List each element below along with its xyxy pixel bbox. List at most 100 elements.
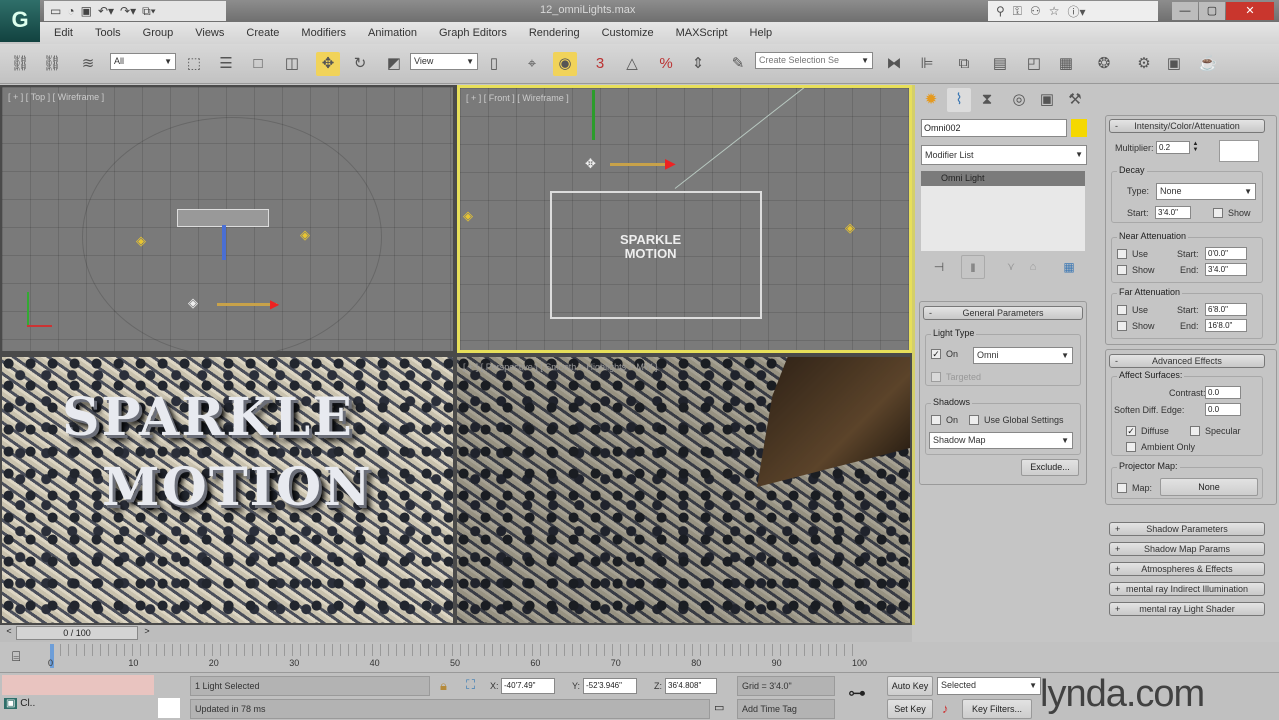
shadows-on-checkbox[interactable] <box>931 415 941 425</box>
angle-snap-icon[interactable]: △ <box>620 52 644 76</box>
snaps-toggle-icon[interactable]: 3 <box>588 52 612 76</box>
binoculars-icon[interactable]: ⚲ <box>996 4 1005 18</box>
rendered-frame-window-icon[interactable]: ▣ <box>1162 52 1186 76</box>
maxscript-input[interactable] <box>158 698 180 718</box>
diffuse-checkbox[interactable]: ✓ <box>1126 426 1136 436</box>
far-show-checkbox[interactable] <box>1117 321 1127 331</box>
time-next-button[interactable]: > <box>140 626 154 640</box>
minimize-button[interactable]: — <box>1172 2 1198 20</box>
maxscript-listener[interactable] <box>2 675 154 695</box>
menu-maxscript[interactable]: MAXScript <box>676 27 728 39</box>
link-icon[interactable]: ⛓ <box>8 52 32 76</box>
spinner-arrows-icon[interactable]: ▲ ▼ <box>1192 141 1199 154</box>
mirror-icon[interactable]: ⧓ <box>882 52 906 76</box>
omni-light-icon[interactable]: ◈ <box>463 208 473 224</box>
menu-create[interactable]: Create <box>246 27 279 39</box>
far-end-spinner[interactable]: 16'8.0" <box>1205 319 1247 332</box>
motion-text-object[interactable]: MOTION <box>102 457 373 518</box>
stack-item-omni-light[interactable]: Omni Light <box>921 171 1085 186</box>
pin-stack-icon[interactable]: ⊣ <box>927 255 951 279</box>
lock-selection-icon[interactable]: 🔒︎ <box>440 678 447 694</box>
set-key-mode-icon[interactable]: ⊶ <box>848 683 866 704</box>
menu-group[interactable]: Group <box>143 27 174 39</box>
viewport-label[interactable]: [ + ] [ Top ] [ Wireframe ] <box>8 92 104 102</box>
intensity-header[interactable]: - Intensity/Color/Attenuation <box>1109 119 1265 133</box>
select-object-icon[interactable]: ⬚ <box>182 52 206 76</box>
curve-editor-icon[interactable]: ◰ <box>1022 52 1046 76</box>
decay-type-dropdown[interactable]: None ▼ <box>1156 183 1256 200</box>
spinner-snap-icon[interactable]: ⇕ <box>686 52 710 76</box>
omni-light-icon[interactable]: ◈ <box>845 220 855 236</box>
undo-icon[interactable]: ↶▾ <box>98 4 114 18</box>
edit-named-selection-icon[interactable]: ✎ <box>726 52 750 76</box>
material-editor-icon[interactable]: ❂ <box>1092 52 1116 76</box>
z-coordinate-field[interactable]: 36'4.808" <box>665 678 717 694</box>
far-use-checkbox[interactable] <box>1117 305 1127 315</box>
light-color-swatch[interactable] <box>1219 140 1259 162</box>
select-rotate-icon[interactable]: ↻ <box>348 52 372 76</box>
exclude-button[interactable]: Exclude... <box>1021 459 1079 476</box>
modifier-list-dropdown[interactable]: Modifier List ▼ <box>921 145 1087 165</box>
menu-edit[interactable]: Edit <box>54 27 73 39</box>
menu-help[interactable]: Help <box>750 27 773 39</box>
near-use-checkbox[interactable] <box>1117 249 1127 259</box>
mental-ray-indirect-rollout[interactable]: + mental ray Indirect Illumination <box>1109 582 1265 596</box>
projector-map-checkbox[interactable] <box>1117 483 1127 493</box>
auto-key-button[interactable]: Auto Key <box>887 676 933 696</box>
decay-show-checkbox[interactable] <box>1213 208 1223 218</box>
multiplier-spinner[interactable]: 0.2 <box>1156 141 1190 154</box>
select-scale-icon[interactable]: ◩ <box>382 52 406 76</box>
object-color-swatch[interactable] <box>1071 119 1087 137</box>
selection-filter-dropdown[interactable]: All ▼ <box>110 53 176 70</box>
utilities-icon[interactable]: ⚒ <box>1063 88 1087 112</box>
near-start-spinner[interactable]: 0'0.0" <box>1205 247 1247 260</box>
omni-light-icon[interactable]: ◈ <box>300 227 310 243</box>
near-end-spinner[interactable]: 3'4.0" <box>1205 263 1247 276</box>
use-global-settings-checkbox[interactable] <box>969 415 979 425</box>
menu-customize[interactable]: Customize <box>602 27 654 39</box>
application-button[interactable]: G <box>0 0 40 42</box>
decay-start-spinner[interactable]: 3'4.0" <box>1155 206 1191 219</box>
save-icon[interactable]: ▣ <box>81 4 92 18</box>
new-icon[interactable]: ▭ <box>50 4 61 18</box>
select-move-icon[interactable]: ✥ <box>316 52 340 76</box>
favorites-icon[interactable]: ☆ <box>1049 4 1060 18</box>
projector-map-button[interactable]: None <box>1160 478 1258 496</box>
perspective-viewport[interactable]: [ + ] [ Perspective ] [ Smooth + Highlig… <box>457 357 910 623</box>
sparkle-text-object[interactable]: SPARKLE <box>62 387 354 448</box>
open-icon[interactable]: ◔ <box>67 4 74 18</box>
bind-space-warp-icon[interactable]: ≋ <box>76 52 100 76</box>
shadow-type-dropdown[interactable]: Shadow Map ▼ <box>929 432 1073 449</box>
selected-omni-light-icon[interactable]: ✥ <box>585 156 596 172</box>
menu-views[interactable]: Views <box>195 27 224 39</box>
menu-modifiers[interactable]: Modifiers <box>301 27 346 39</box>
general-parameters-header[interactable]: - General Parameters <box>923 306 1083 320</box>
select-by-name-icon[interactable]: ☰ <box>214 52 238 76</box>
percent-snap-icon[interactable]: % <box>654 52 678 76</box>
track-bar[interactable]: ⌸ 0 10 20 30 40 50 60 70 80 90 100 <box>0 642 1279 672</box>
maxscript-mini-listener[interactable]: ▣ Cl.. <box>4 698 35 709</box>
menu-graph-editors[interactable]: Graph Editors <box>439 27 507 39</box>
light-type-dropdown[interactable]: Omni ▼ <box>973 347 1073 364</box>
absolute-mode-icon[interactable]: ⛶ <box>466 677 475 693</box>
menu-rendering[interactable]: Rendering <box>529 27 580 39</box>
x-coordinate-field[interactable]: -40'7.49" <box>501 678 555 694</box>
camera-viewport[interactable]: SPARKLE MOTION <box>2 357 453 623</box>
omni-light-icon[interactable]: ◈ <box>136 233 146 249</box>
schematic-view-icon[interactable]: ▦ <box>1054 52 1078 76</box>
graphite-tools-icon[interactable]: ▤ <box>988 52 1012 76</box>
set-key-button[interactable]: Set Key <box>887 699 933 719</box>
modify-icon[interactable]: ⌇ <box>947 88 971 112</box>
align-icon[interactable]: ⊫ <box>915 52 939 76</box>
far-start-spinner[interactable]: 6'8.0" <box>1205 303 1247 316</box>
ambient-only-checkbox[interactable] <box>1126 442 1136 452</box>
named-selection-dropdown[interactable]: Create Selection Se ▼ <box>755 52 873 69</box>
help-icon[interactable]: ⓘ▾ <box>1067 3 1085 20</box>
maximize-button[interactable]: ▢ <box>1199 2 1225 20</box>
key-filters-button[interactable]: Key Filters... <box>962 699 1032 719</box>
light-on-checkbox[interactable]: ✓ <box>931 349 941 359</box>
time-prev-button[interactable]: < <box>2 626 16 640</box>
configure-modifier-sets-icon[interactable]: ▦ <box>1057 255 1081 279</box>
soften-spinner[interactable]: 0.0 <box>1205 403 1241 416</box>
front-viewport-active[interactable]: [ + ] [ Front ] [ Wireframe ] ▶ ✥ SPARKL… <box>457 85 912 353</box>
